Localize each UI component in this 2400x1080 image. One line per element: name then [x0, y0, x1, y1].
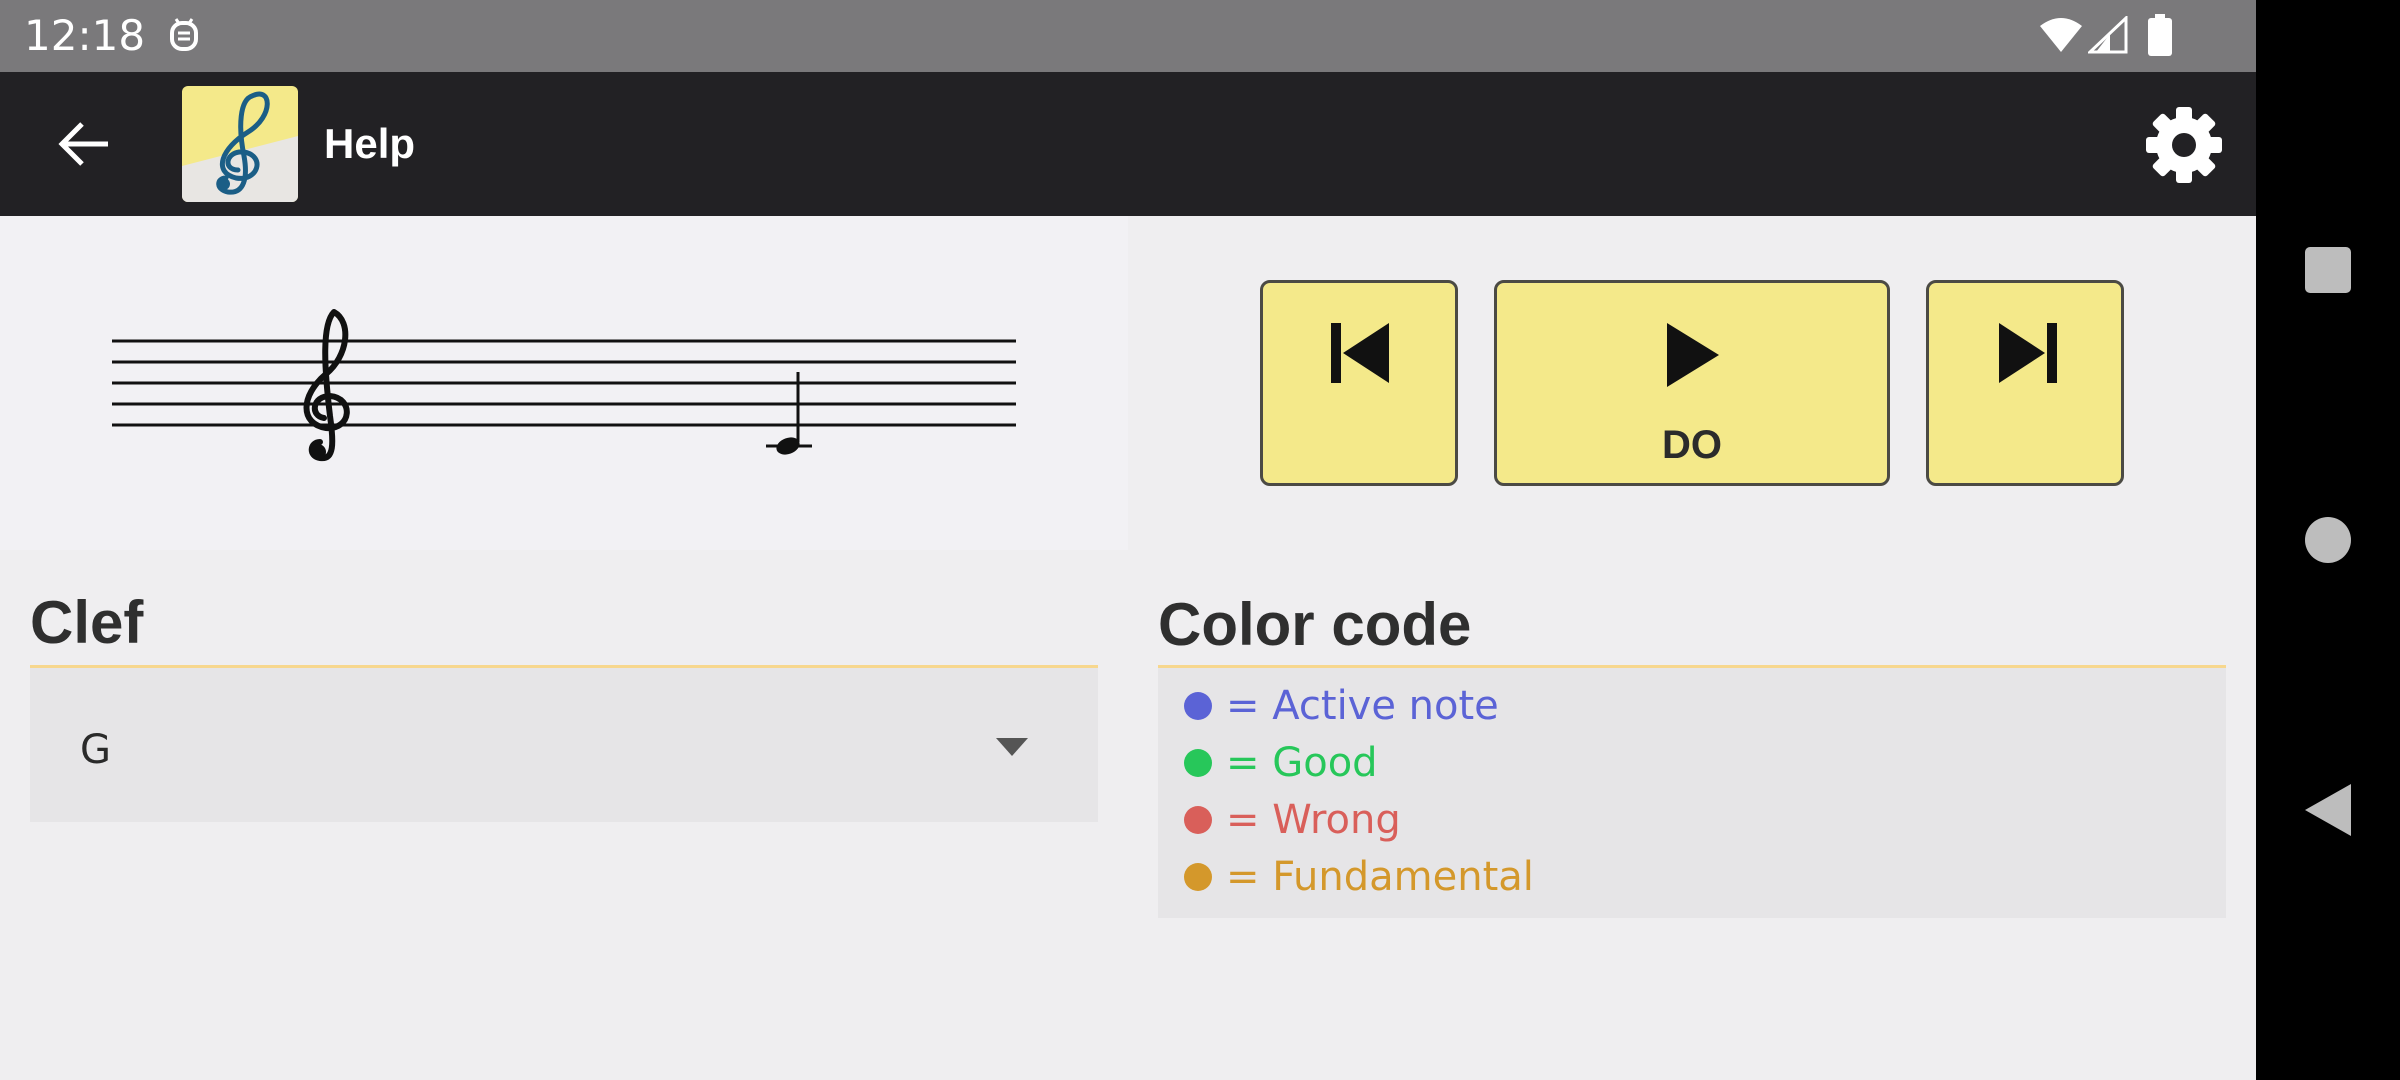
play-button[interactable]: DO [1494, 280, 1890, 486]
treble-clef-icon [303, 309, 350, 462]
good-dot-icon [1184, 749, 1212, 777]
app-logo [182, 86, 298, 202]
signal-icon [2088, 16, 2128, 54]
screen: 12:18 Help DO Clef G Color code = Active… [0, 0, 2400, 1080]
app-bar: Help [0, 72, 2256, 216]
color-code-legend: = Active note = Good = Wrong = Fundament… [1158, 668, 2226, 918]
arrow-left-icon [58, 122, 108, 166]
next-button[interactable] [1926, 280, 2124, 486]
staff-panel [0, 216, 1128, 550]
home-button[interactable] [2256, 485, 2400, 595]
fundamental-dot-icon [1184, 863, 1212, 891]
system-back-button[interactable] [2256, 755, 2400, 865]
legend-label: = Fundamental [1226, 854, 1534, 900]
notification-icon [170, 18, 198, 51]
play-icon [1667, 323, 1719, 387]
wifi-icon [2040, 18, 2082, 52]
music-staff [112, 309, 1016, 462]
skip-next-icon [1999, 323, 2057, 383]
treble-clef-logo-icon [182, 86, 298, 202]
play-note-label: DO [1662, 423, 1722, 467]
caret-down-icon [996, 738, 1028, 756]
page-title: Help [324, 120, 416, 167]
previous-button[interactable] [1260, 280, 1458, 486]
recents-button[interactable] [2256, 215, 2400, 325]
content: DO Clef G Color code = Active note = Goo… [0, 216, 2256, 1080]
back-button[interactable] [40, 108, 130, 180]
home-circle-icon [2305, 517, 2351, 563]
clef-heading: Clef [30, 589, 144, 656]
color-code-heading: Color code [1158, 591, 1472, 658]
settings-button[interactable] [2136, 100, 2232, 190]
legend-label: = Good [1226, 740, 1378, 786]
skip-previous-icon [1331, 323, 1389, 383]
wrong-dot-icon [1184, 806, 1212, 834]
active-note-dot-icon [1184, 692, 1212, 720]
recents-square-icon [2305, 247, 2351, 293]
legend-item-wrong: = Wrong [1184, 792, 1401, 848]
legend-label: = Active note [1226, 683, 1499, 729]
status-time: 12:18 [24, 11, 146, 60]
clef-select[interactable]: G [30, 668, 1098, 822]
quarter-note-icon [766, 372, 812, 455]
legend-item-fundamental: = Fundamental [1184, 849, 1534, 905]
status-bar: 12:18 [0, 0, 2256, 72]
gear-icon [2146, 107, 2222, 183]
system-nav-bar [2256, 0, 2400, 1080]
battery-icon [2148, 14, 2172, 56]
legend-item-active-note: = Active note [1184, 678, 1499, 734]
back-triangle-icon [2305, 784, 2351, 836]
clef-selected-value: G [80, 727, 111, 773]
legend-label: = Wrong [1226, 797, 1401, 843]
legend-item-good: = Good [1184, 735, 1378, 791]
